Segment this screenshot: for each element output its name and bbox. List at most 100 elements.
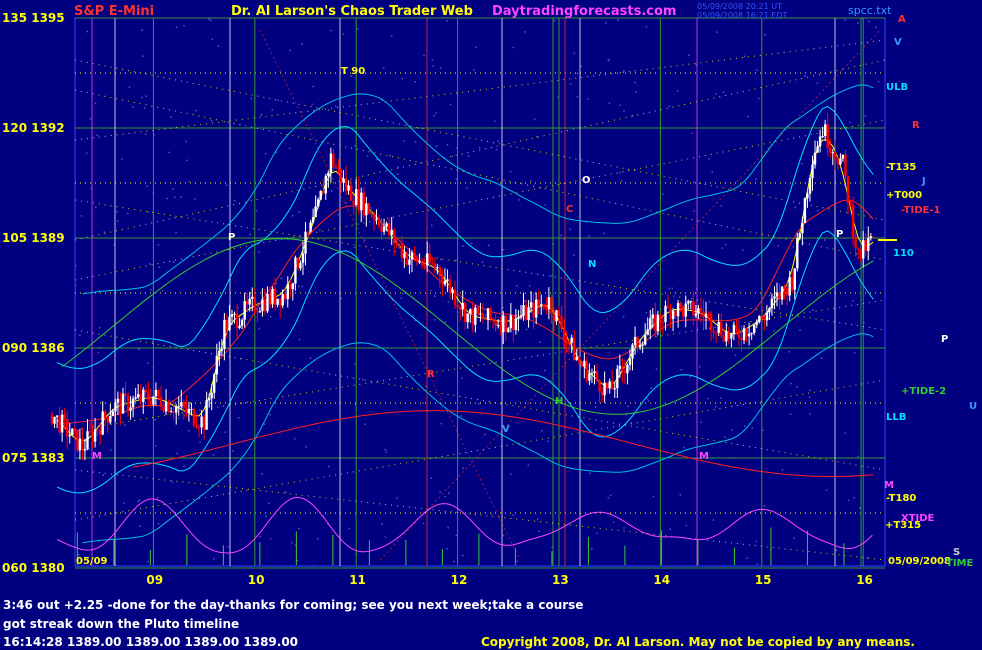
star-dot [210,120,213,122]
star-dot [342,33,345,35]
bar-body [636,336,639,348]
star-dot [141,96,143,99]
bar-body [666,305,670,308]
star-dot [853,351,856,354]
bar-body [676,302,680,317]
bar-body [732,325,736,334]
star-dot [265,515,267,518]
star-dot [269,315,272,318]
bar-body [687,301,690,304]
star-dot [414,81,416,83]
bar-body [560,315,563,329]
bar-body [279,298,282,306]
star-dot [121,158,123,161]
star-dot [742,249,744,251]
star-dot [85,152,88,154]
star-dot [725,243,727,246]
star-dot [147,560,149,563]
star-dot [172,188,174,190]
bar-body [152,396,155,405]
bar-body [410,252,414,260]
bar-body [172,411,175,413]
star-dot [449,103,452,106]
star-dot [868,20,870,23]
bar-body [426,253,429,266]
star-dot [679,494,682,496]
y-tick-label: 075 1383 [2,451,65,465]
timeline-marker-label: M [699,451,709,462]
star-dot [210,19,212,22]
star-dot [227,546,230,548]
bar-body [497,325,500,327]
star-dot [596,532,598,535]
bar-body [745,328,748,337]
star-dot [212,454,215,456]
star-dot [137,500,139,503]
bar-body [129,407,132,411]
star-dot [591,548,593,550]
bar-body [306,231,310,233]
bar-body [621,365,624,371]
star-dot [430,289,432,292]
star-dot [185,140,187,143]
bar-body [289,284,292,290]
star-dot [312,85,314,88]
star-dot [744,425,746,427]
star-dot [116,210,118,213]
bar-body [50,414,54,424]
bar-body [164,401,168,412]
bar-body [829,147,832,153]
star-dot [258,327,261,330]
bar-body [101,411,104,435]
bar-body [697,308,700,314]
bar-body [854,237,857,248]
bar-body [641,344,644,346]
star-dot [255,209,258,212]
star-dot [478,403,480,405]
bar-body [202,416,206,430]
bar-body [266,294,269,312]
star-dot [528,285,531,287]
bar-body [618,365,621,369]
star-dot [337,213,339,216]
star-dot [560,234,562,237]
star-dot [328,465,330,468]
timestamps: 05/09/2008 20:21 UT 05/09/2008 16:21 EDT [697,2,787,20]
star-dot [852,299,854,302]
bar-body [451,289,454,293]
right-label: -T180 [886,493,916,504]
star-dot [756,69,758,71]
time-axis-label: TIME [946,558,973,569]
bar-body [514,319,518,330]
star-dot [877,80,880,83]
bar-body [730,333,733,339]
bar-body [856,247,860,250]
star-dot [478,146,481,149]
star-dot [751,427,753,429]
site-link[interactable]: Daytradingforecasts.com [492,4,676,19]
bar-body [494,320,497,326]
star-dot [580,65,582,67]
star-dot [183,25,185,27]
bar-body [235,313,239,328]
star-dot [366,155,369,157]
bar-body [159,396,163,407]
star-dot [764,33,766,36]
star-dot [609,494,612,496]
star-dot [186,159,188,162]
bar-body [390,229,393,235]
star-dot [576,72,579,74]
bar-body [81,438,84,451]
bar-body [458,307,462,310]
bar-body [707,313,710,315]
bar-body [114,402,117,412]
star-dot [594,406,597,408]
star-dot [547,440,549,442]
bar-body [355,189,358,205]
star-dot [301,43,303,45]
bar-body [398,243,401,245]
star-dot [768,294,771,297]
star-dot [711,170,713,173]
star-dot [461,377,463,379]
star-dot [260,114,262,116]
